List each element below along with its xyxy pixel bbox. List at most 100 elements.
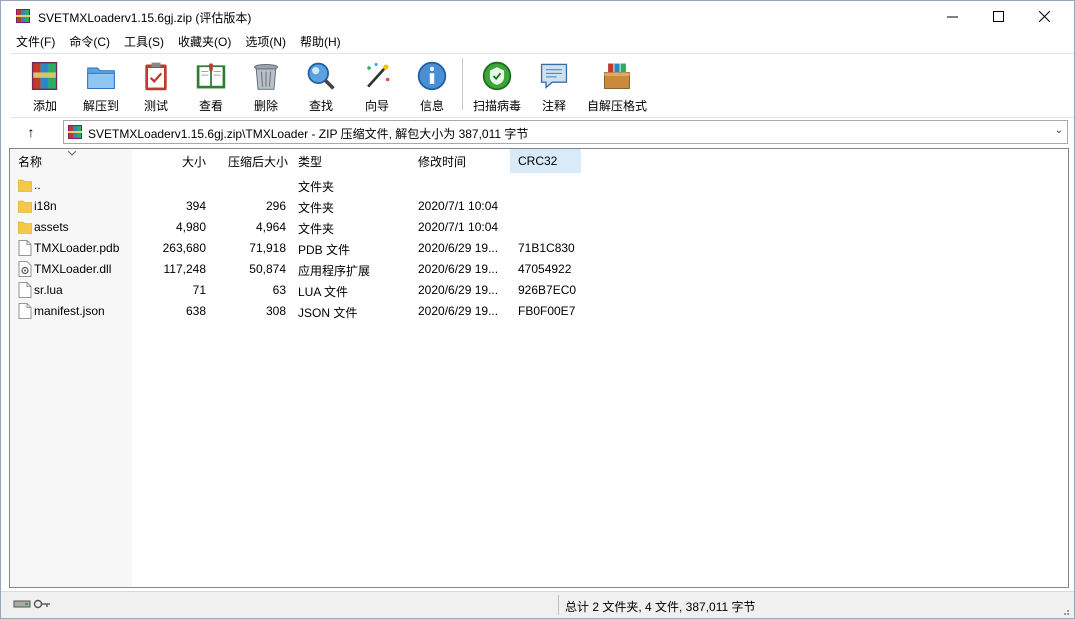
menu-tools[interactable]: 工具(S) xyxy=(117,33,171,50)
file-modified: 2020/6/29 19... xyxy=(418,283,499,297)
close-icon xyxy=(1038,10,1050,22)
status-separator xyxy=(558,595,559,615)
menu-options[interactable]: 选项(N) xyxy=(238,33,293,50)
wizard-button[interactable]: 向导 xyxy=(349,58,405,114)
minimize-button[interactable] xyxy=(929,1,975,31)
file-row[interactable]: TMXLoader.dll 117,248 50,874 应用程序扩展 2020… xyxy=(10,259,1068,280)
comment-button[interactable]: 注释 xyxy=(526,58,582,114)
delete-button[interactable]: 删除 xyxy=(238,58,294,114)
minimize-icon xyxy=(946,16,958,17)
file-size: 117,248 xyxy=(163,262,207,276)
drive-icon[interactable] xyxy=(13,598,31,610)
info-icon xyxy=(417,61,447,91)
file-name: TMXLoader.pdb xyxy=(34,241,120,255)
file-row[interactable]: TMXLoader.pdb 263,680 71,918 PDB 文件 2020… xyxy=(10,238,1068,259)
key-icon[interactable] xyxy=(33,598,51,610)
file-name: .. xyxy=(34,178,41,192)
comment-icon xyxy=(540,63,568,90)
scan-virus-label: 扫描病毒 xyxy=(472,99,521,113)
status-summary: 总计 2 文件夹, 4 文件, 387,011 字节 xyxy=(565,600,756,614)
find-button[interactable]: 查找 xyxy=(293,58,349,114)
test-button[interactable]: 测试 xyxy=(128,58,184,114)
info-button[interactable]: 信息 xyxy=(404,58,460,114)
file-type: PDB 文件 xyxy=(298,243,351,257)
header-name[interactable]: 名称 xyxy=(10,149,132,173)
file-name: manifest.json xyxy=(34,304,105,318)
file-row[interactable]: manifest.json 638 308 JSON 文件 2020/6/29 … xyxy=(10,301,1068,322)
test-label: 测试 xyxy=(143,99,168,113)
header-modified[interactable]: 修改时间 xyxy=(410,149,510,173)
file-name: sr.lua xyxy=(34,283,63,297)
sfx-button[interactable]: 自解压格式 xyxy=(587,58,647,114)
view-label: 查看 xyxy=(198,99,223,113)
header-packed[interactable]: 压缩后大小 xyxy=(208,149,290,173)
header-type[interactable]: 类型 xyxy=(290,149,410,173)
file-packed: 308 xyxy=(265,304,286,318)
winrar-window: SVETMXLoaderv1.15.6gj.zip (评估版本) 文件(F) 命… xyxy=(0,0,1075,619)
file-size: 394 xyxy=(185,199,206,213)
header-modified-label: 修改时间 xyxy=(418,154,467,169)
close-button[interactable] xyxy=(1021,1,1067,31)
title-bar[interactable]: SVETMXLoaderv1.15.6gj.zip (评估版本) xyxy=(1,1,1074,31)
menu-bar: 文件(F) 命令(C) 工具(S) 收藏夹(O) 选项(N) 帮助(H) xyxy=(1,31,1074,51)
extract-to-label: 解压到 xyxy=(82,99,119,113)
menu-commands[interactable]: 命令(C) xyxy=(62,33,117,50)
file-row[interactable]: sr.lua 71 63 LUA 文件 2020/6/29 19... 926B… xyxy=(10,280,1068,301)
file-size: 71 xyxy=(192,283,206,297)
document-icon xyxy=(18,282,32,298)
header-size[interactable]: 大小 xyxy=(132,149,208,173)
file-type: 文件夹 xyxy=(298,222,335,236)
file-packed: 63 xyxy=(272,283,286,297)
add-archive-icon xyxy=(31,62,58,90)
extract-to-button[interactable]: 解压到 xyxy=(73,58,129,114)
find-label: 查找 xyxy=(308,99,333,113)
maximize-button[interactable] xyxy=(975,1,1021,31)
file-modified: 2020/6/29 19... xyxy=(418,304,499,318)
delete-label: 删除 xyxy=(253,99,278,113)
archive-path-icon xyxy=(68,125,82,139)
file-packed: 71,918 xyxy=(249,241,286,255)
header-type-label: 类型 xyxy=(298,154,323,169)
file-type: JSON 文件 xyxy=(298,306,358,320)
file-type: 文件夹 xyxy=(298,180,335,194)
status-icons xyxy=(13,598,51,610)
file-packed: 4,964 xyxy=(255,220,286,234)
extract-folder-icon xyxy=(87,67,115,89)
file-type: LUA 文件 xyxy=(298,285,349,299)
file-modified: 2020/7/1 10:04 xyxy=(418,199,499,213)
view-book-icon xyxy=(196,63,226,89)
file-crc: 47054922 xyxy=(518,262,572,276)
header-crc[interactable]: CRC32 xyxy=(510,149,581,173)
file-name: TMXLoader.dll xyxy=(34,262,112,276)
find-magnifier-icon xyxy=(307,62,335,90)
file-modified: 2020/7/1 10:04 xyxy=(418,220,499,234)
file-size: 263,680 xyxy=(162,241,206,255)
view-button[interactable]: 查看 xyxy=(183,58,239,114)
address-field[interactable]: SVETMXLoaderv1.15.6gj.zip\TMXLoader - ZI… xyxy=(63,120,1068,144)
toolbar: 添加 解压到 测试 查看 删除 查找 向导 信息 扫描病毒 注释 自解压格式 xyxy=(11,53,1074,118)
file-name: assets xyxy=(34,220,69,234)
scan-virus-button[interactable]: 扫描病毒 xyxy=(469,58,525,114)
up-level-button[interactable]: ↑ xyxy=(21,122,41,142)
menu-file[interactable]: 文件(F) xyxy=(9,33,62,50)
toolbar-separator xyxy=(462,58,463,110)
file-size: 4,980 xyxy=(175,220,206,234)
file-row[interactable]: i18n 394 296 文件夹 2020/7/1 10:04 xyxy=(10,196,1068,217)
file-modified: 2020/6/29 19... xyxy=(418,241,499,255)
file-size: 638 xyxy=(185,304,206,318)
header-crc-label: CRC32 xyxy=(518,154,558,168)
chevron-down-icon[interactable]: ⌄ xyxy=(1055,125,1063,136)
file-row[interactable]: assets 4,980 4,964 文件夹 2020/7/1 10:04 xyxy=(10,217,1068,238)
menu-favorites[interactable]: 收藏夹(O) xyxy=(171,33,238,50)
menu-help[interactable]: 帮助(H) xyxy=(293,33,348,50)
wizard-label: 向导 xyxy=(364,99,389,113)
sort-chevron-icon xyxy=(68,151,76,156)
file-row[interactable]: .. 文件夹 xyxy=(10,175,1068,196)
header-name-label: 名称 xyxy=(18,154,43,169)
resize-grip-icon[interactable] xyxy=(1060,606,1070,616)
add-button[interactable]: 添加 xyxy=(17,58,73,114)
maximize-icon xyxy=(992,10,1004,22)
test-clipboard-icon xyxy=(145,62,167,91)
address-row: ↑ SVETMXLoaderv1.15.6gj.zip\TMXLoader - … xyxy=(11,118,1074,146)
add-label: 添加 xyxy=(32,99,57,113)
